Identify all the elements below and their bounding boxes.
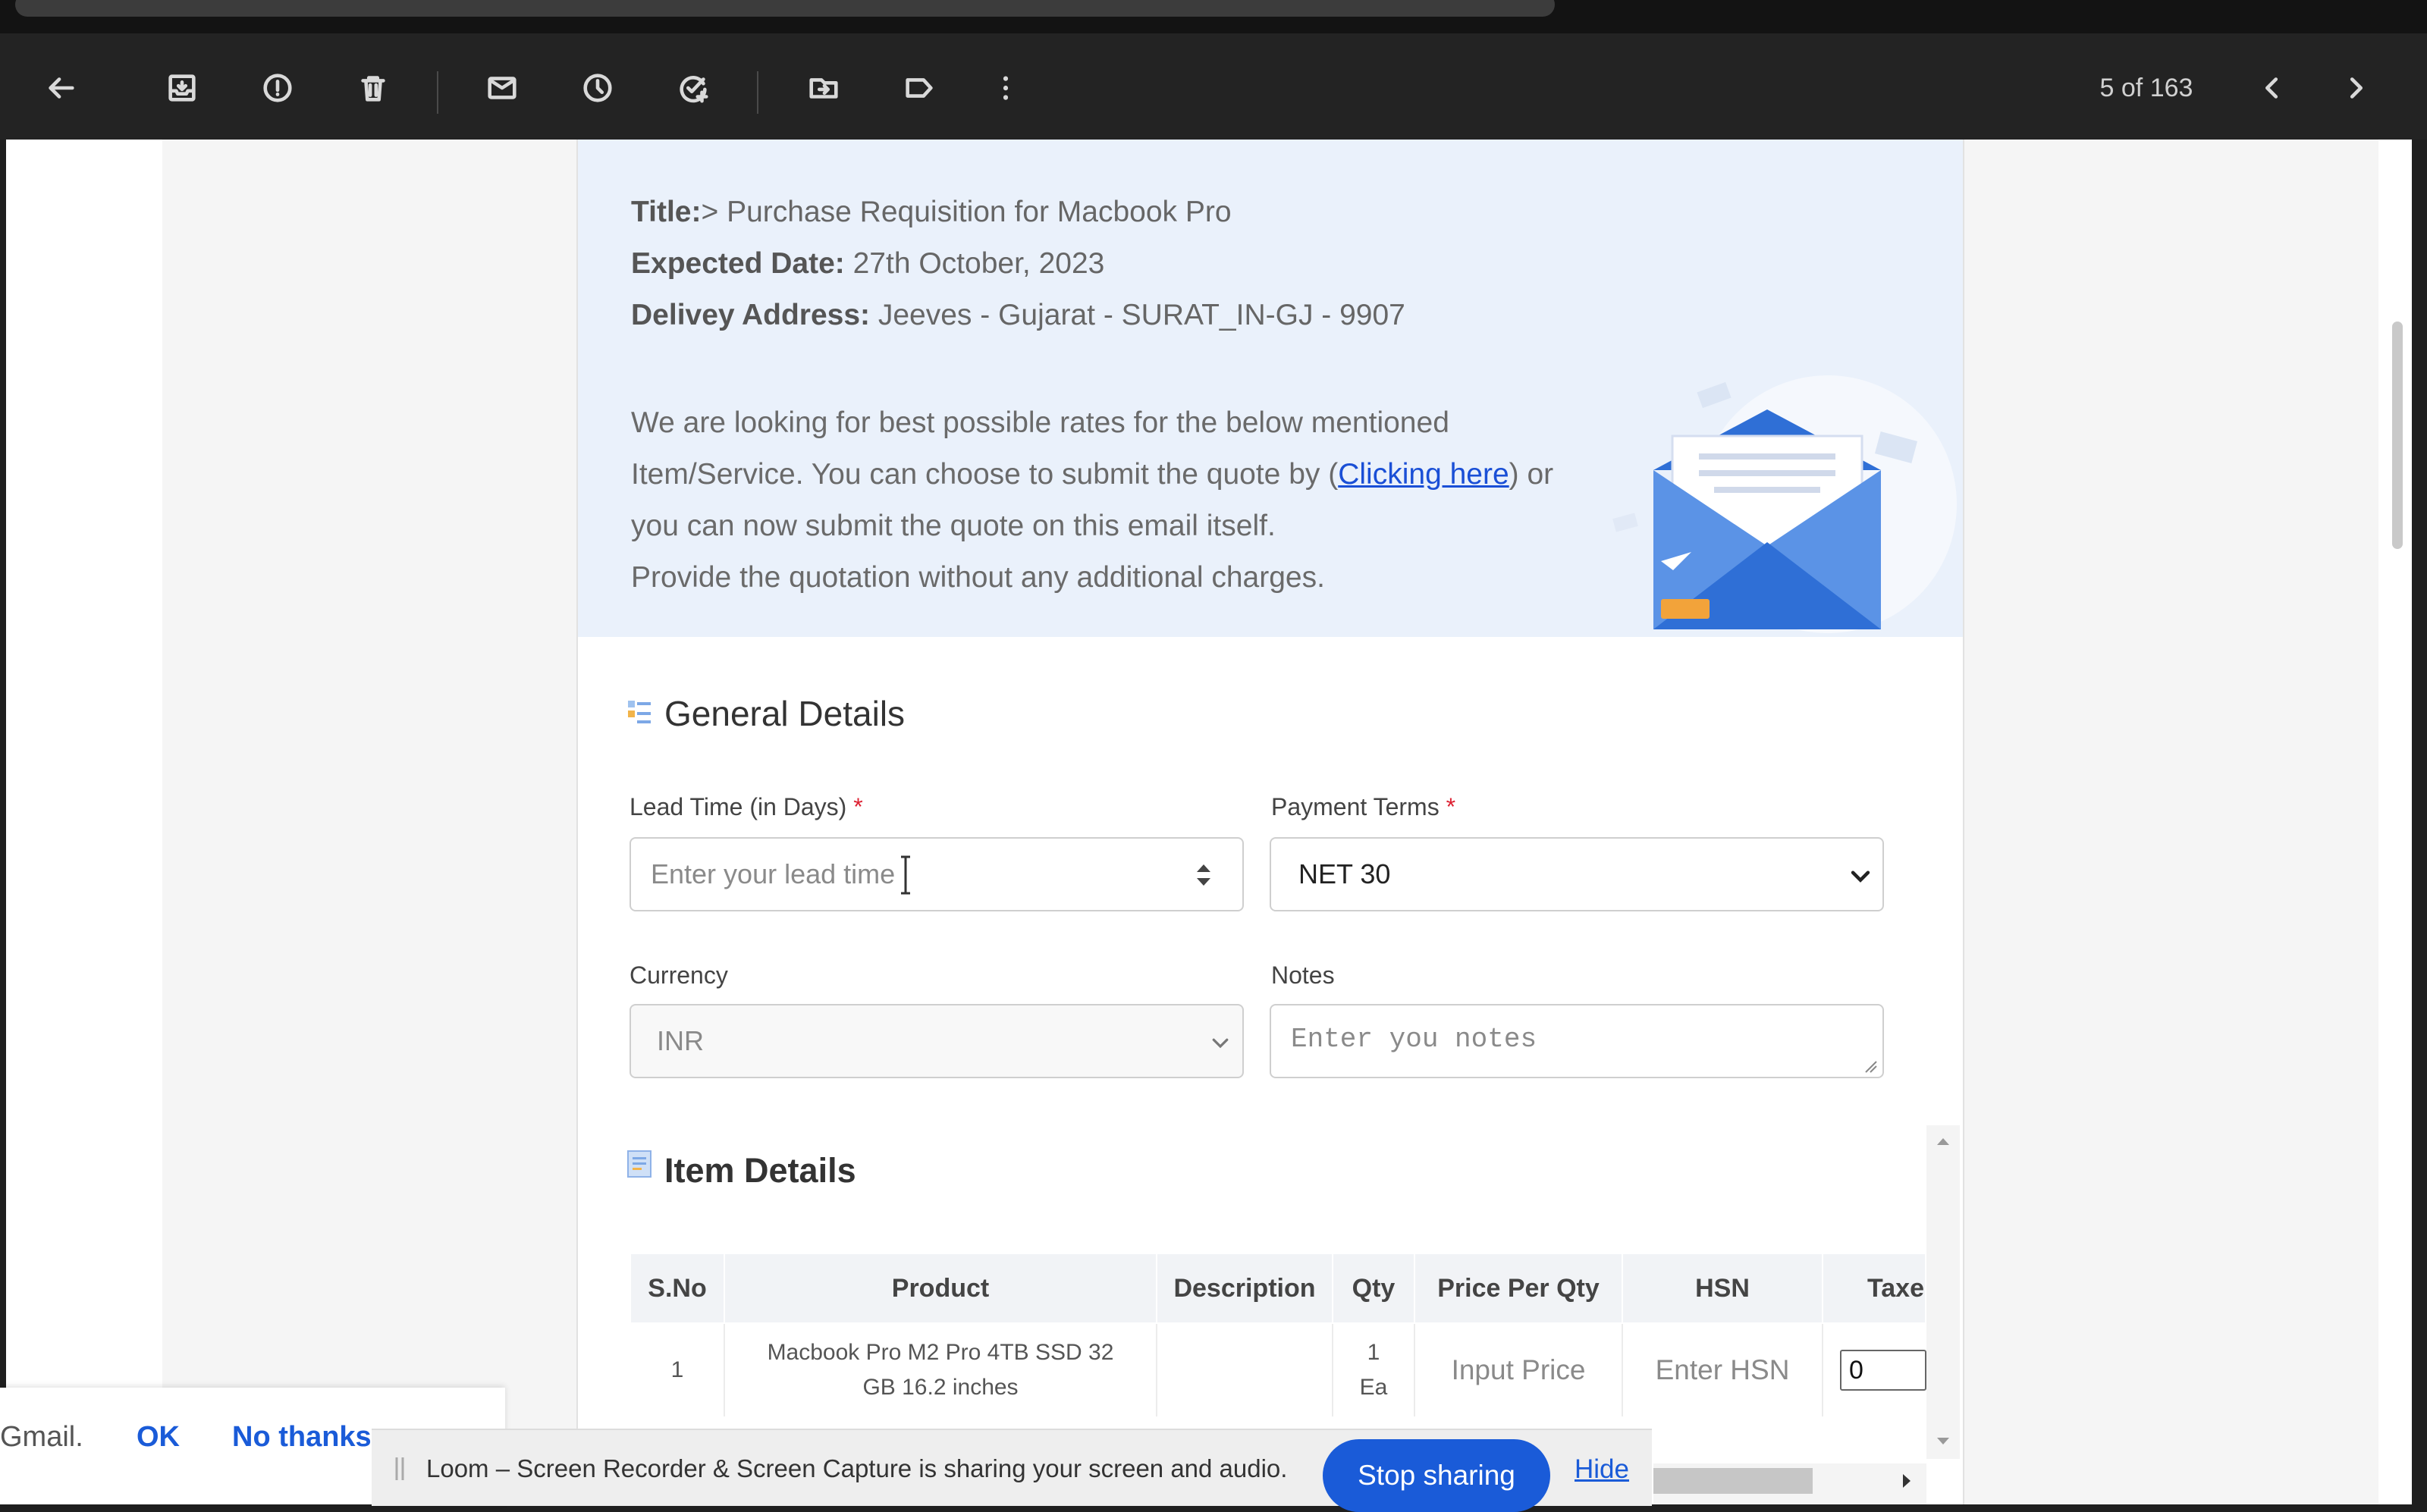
chevron-down-icon: [1212, 1038, 1229, 1049]
drag-handle-icon[interactable]: [393, 1456, 407, 1482]
price-input[interactable]: Input Price: [1415, 1324, 1623, 1416]
gmail-prompt-text: Gmail.: [0, 1421, 83, 1453]
qty-unit: Ea: [1359, 1375, 1388, 1400]
loom-sharing-bar: Loom – Screen Recorder & Screen Capture …: [372, 1429, 1652, 1512]
add-to-tasks-icon[interactable]: [672, 67, 714, 109]
notes-textarea[interactable]: Enter you notes: [1270, 1004, 1884, 1078]
horizontal-scrollbar-thumb[interactable]: [1653, 1468, 1813, 1494]
toolbar-divider: [437, 71, 438, 114]
column-header-sno: S.No: [631, 1254, 725, 1322]
intro-line-2-pre: Item/Service. You can choose to submit t…: [631, 458, 1339, 491]
item-details-icon: [627, 1150, 651, 1178]
intro-line-1: We are looking for best possible rates f…: [631, 406, 1449, 439]
cell-sno: 1: [631, 1324, 725, 1416]
intro-line-3: you can now submit the quote on this ema…: [631, 510, 1276, 542]
scroll-up-icon[interactable]: [1936, 1136, 1951, 1147]
column-header-qty: Qty: [1333, 1254, 1415, 1322]
taxes-input[interactable]: 0: [1840, 1350, 1926, 1391]
delivery-address-value: Jeeves - Gujarat - SURAT_IN-GJ - 9907: [870, 299, 1405, 331]
delivery-address-label: Delivey Address:: [631, 299, 871, 331]
expected-date-label: Expected Date:: [631, 247, 845, 280]
currency-select[interactable]: INR: [630, 1004, 1244, 1078]
payment-terms-value: NET 30: [1298, 858, 1391, 889]
cell-qty: 1 Ea: [1333, 1324, 1415, 1416]
clicking-here-link[interactable]: Clicking here: [1338, 458, 1509, 491]
move-to-icon[interactable]: [802, 67, 845, 109]
no-thanks-button[interactable]: No thanks: [232, 1421, 372, 1454]
table-horizontal-scrollbar[interactable]: [1653, 1463, 1926, 1504]
column-header-hsn: HSN: [1623, 1254, 1823, 1322]
delete-icon[interactable]: [352, 67, 394, 109]
stop-sharing-button[interactable]: Stop sharing: [1323, 1439, 1550, 1512]
currency-value: INR: [657, 1025, 704, 1056]
left-gutter: [6, 140, 162, 1504]
column-header-price-per-qty: Price Per Qty: [1415, 1254, 1623, 1322]
envelope-illustration: [1612, 375, 1957, 633]
payment-terms-select[interactable]: NET 30: [1270, 837, 1884, 911]
lead-time-label: Lead Time (in Days) *: [630, 793, 863, 821]
scroll-right-icon[interactable]: [1901, 1473, 1913, 1489]
number-stepper-icon[interactable]: [1192, 860, 1215, 890]
expected-date-line: Expected Date: 27th October, 2023: [631, 247, 1104, 281]
delivery-address-line: Delivey Address: Jeeves - Gujarat - SURA…: [631, 299, 1405, 332]
back-arrow-icon[interactable]: [39, 67, 82, 109]
title-value: > Purchase Requisition for Macbook Pro: [701, 196, 1232, 228]
intro-line-4: Provide the quotation without any additi…: [631, 561, 1325, 594]
payment-terms-label: Payment Terms *: [1271, 793, 1455, 821]
cell-description: [1157, 1324, 1333, 1416]
tab-strip: [15, 0, 1555, 17]
hsn-input[interactable]: Enter HSN: [1623, 1324, 1823, 1416]
cell-taxes: 0: [1823, 1324, 1926, 1416]
notes-label: Notes: [1271, 961, 1335, 989]
lead-time-label-text: Lead Time (in Days): [630, 793, 847, 820]
price-placeholder: Input Price: [1451, 1354, 1586, 1385]
general-details-heading: General Details: [664, 694, 906, 733]
hsn-placeholder: Enter HSN: [1655, 1354, 1790, 1385]
previous-email-icon[interactable]: [2251, 67, 2294, 109]
report-spam-icon[interactable]: [256, 67, 299, 109]
snooze-icon[interactable]: [576, 67, 619, 109]
column-header-description: Description: [1157, 1254, 1333, 1322]
item-details-heading: Item Details: [664, 1151, 856, 1190]
scroll-down-icon[interactable]: [1936, 1436, 1951, 1447]
label-icon[interactable]: [898, 67, 940, 109]
hide-link[interactable]: Hide: [1575, 1454, 1629, 1485]
qty-value: 1: [1367, 1340, 1380, 1365]
general-details-icon: [628, 701, 651, 723]
next-email-icon[interactable]: [2334, 67, 2377, 109]
mark-unread-icon[interactable]: [481, 67, 523, 109]
intro-line-2-post: ) or: [1509, 458, 1554, 491]
pagination-count: 5 of 163: [2099, 74, 2193, 102]
title-line: Title:> Purchase Requisition for Macbook…: [631, 196, 1232, 229]
chevron-down-icon: [1851, 870, 1870, 883]
toolbar-divider: [757, 71, 758, 114]
gmail-toolbar: 5 of 163: [0, 33, 2427, 140]
loom-sharing-message: Loom – Screen Recorder & Screen Capture …: [426, 1454, 1288, 1482]
expected-date-value: 27th October, 2023: [844, 247, 1105, 280]
title-label: Title:: [631, 196, 702, 228]
page-scrollbar[interactable]: [2378, 140, 2412, 1504]
page-scrollbar-thumb[interactable]: [2392, 322, 2403, 549]
column-header-taxes: Taxes: [1823, 1254, 1926, 1322]
lead-time-input[interactable]: Enter your lead time: [630, 837, 1244, 911]
column-header-product: Product: [725, 1254, 1157, 1322]
currency-label: Currency: [630, 961, 728, 989]
notes-placeholder: Enter you notes: [1291, 1024, 1537, 1055]
required-asterisk: *: [853, 793, 863, 820]
browser-top-bar: [0, 0, 2427, 33]
cell-product: Macbook Pro M2 Pro 4TB SSD 32 GB 16.2 in…: [725, 1324, 1157, 1416]
lead-time-placeholder: Enter your lead time: [651, 858, 896, 889]
required-asterisk: *: [1446, 793, 1456, 820]
more-options-icon[interactable]: [984, 67, 1027, 109]
table-scrollbar[interactable]: [1926, 1125, 1960, 1459]
intro-line-2: Item/Service. You can choose to submit t…: [631, 458, 1553, 491]
text-cursor-icon: [901, 855, 910, 895]
payment-terms-label-text: Payment Terms: [1271, 793, 1440, 820]
archive-icon[interactable]: [161, 67, 203, 109]
ok-button[interactable]: OK: [137, 1421, 180, 1454]
resize-handle-icon[interactable]: [1863, 1059, 1878, 1074]
